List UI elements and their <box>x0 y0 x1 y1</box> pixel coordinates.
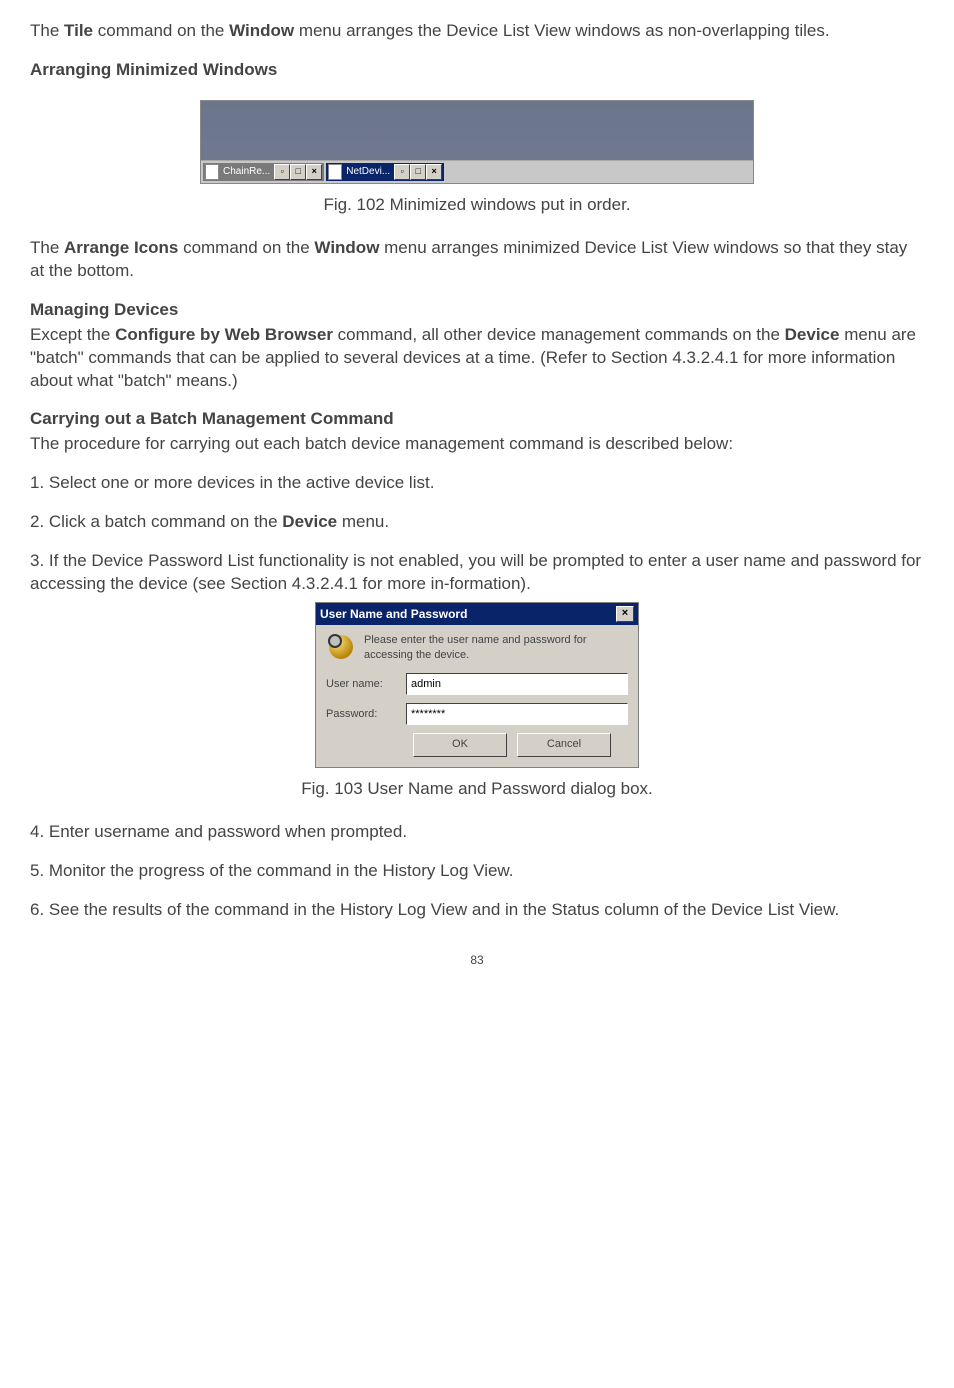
dialog-body: Please enter the user name and password … <box>316 625 638 767</box>
window-controls: ▫ □ × <box>394 164 442 180</box>
username-label: User name: <box>326 677 406 692</box>
text: Except the <box>30 325 115 344</box>
restore-button[interactable]: ▫ <box>274 164 290 180</box>
minimized-windows-area: ChainRe... ▫ □ × NetDevi... ▫ □ × <box>200 100 754 184</box>
text: menu. <box>337 512 389 531</box>
figure-103: User Name and Password × Please enter th… <box>30 602 924 768</box>
step-5: 5. Monitor the progress of the command i… <box>30 860 924 883</box>
taskbar-item-label: ChainRe... <box>220 165 273 179</box>
configure-web-command: Configure by Web Browser <box>115 325 333 344</box>
password-input[interactable] <box>406 703 628 725</box>
taskbar-item-netdevi[interactable]: NetDevi... ▫ □ × <box>326 163 444 181</box>
step-2: 2. Click a batch command on the Device m… <box>30 511 924 534</box>
tile-paragraph: The Tile command on the Window menu arra… <box>30 20 924 43</box>
maximize-button[interactable]: □ <box>410 164 426 180</box>
heading-managing: Managing Devices <box>30 300 178 319</box>
step-6: 6. See the results of the command in the… <box>30 899 924 922</box>
text: command on the <box>93 21 229 40</box>
device-menu: Device <box>282 512 337 531</box>
text: 2. Click a batch command on the <box>30 512 282 531</box>
document-icon <box>205 164 219 180</box>
close-button[interactable]: × <box>616 606 634 622</box>
cancel-button[interactable]: Cancel <box>517 733 611 757</box>
figure-102: ChainRe... ▫ □ × NetDevi... ▫ □ × <box>30 100 924 184</box>
window-menu: Window <box>229 21 294 40</box>
tile-command: Tile <box>64 21 93 40</box>
maximize-button[interactable]: □ <box>290 164 306 180</box>
figure-103-caption: Fig. 103 User Name and Password dialog b… <box>30 778 924 801</box>
window-controls: ▫ □ × <box>274 164 322 180</box>
step-1: 1. Select one or more devices in the act… <box>30 472 924 495</box>
taskbar-item-chainre[interactable]: ChainRe... ▫ □ × <box>203 163 324 181</box>
username-input[interactable] <box>406 673 628 695</box>
text: The <box>30 21 64 40</box>
step-4: 4. Enter username and password when prom… <box>30 821 924 844</box>
text: command on the <box>178 238 314 257</box>
user-password-dialog: User Name and Password × Please enter th… <box>315 602 639 768</box>
close-button[interactable]: × <box>306 164 322 180</box>
window-menu: Window <box>314 238 379 257</box>
dialog-titlebar: User Name and Password × <box>316 603 638 625</box>
heading-batch: Carrying out a Batch Management Command <box>30 409 394 428</box>
heading-arranging: Arranging Minimized Windows <box>30 59 924 82</box>
taskbar-item-label: NetDevi... <box>343 165 393 179</box>
arrange-icons-paragraph: The Arrange Icons command on the Window … <box>30 237 924 283</box>
dialog-title: User Name and Password <box>320 606 467 622</box>
text: command, all other device management com… <box>333 325 785 344</box>
device-menu: Device <box>785 325 840 344</box>
arrange-icons-command: Arrange Icons <box>64 238 178 257</box>
ok-button[interactable]: OK <box>413 733 507 757</box>
managing-paragraph: Except the Configure by Web Browser comm… <box>30 324 924 393</box>
figure-102-caption: Fig. 102 Minimized windows put in order. <box>30 194 924 217</box>
step-3: 3. If the Device Password List functiona… <box>30 550 924 596</box>
password-label: Password: <box>326 707 406 722</box>
close-button[interactable]: × <box>426 164 442 180</box>
batch-intro-paragraph: The procedure for carrying out each batc… <box>30 433 924 456</box>
document-icon <box>328 164 342 180</box>
keys-icon <box>326 633 356 661</box>
page-number: 83 <box>30 952 924 968</box>
dialog-message: Please enter the user name and password … <box>364 633 628 663</box>
restore-button[interactable]: ▫ <box>394 164 410 180</box>
text: The <box>30 238 64 257</box>
taskbar: ChainRe... ▫ □ × NetDevi... ▫ □ × <box>201 160 753 183</box>
text: menu arranges the Device List View windo… <box>294 21 829 40</box>
